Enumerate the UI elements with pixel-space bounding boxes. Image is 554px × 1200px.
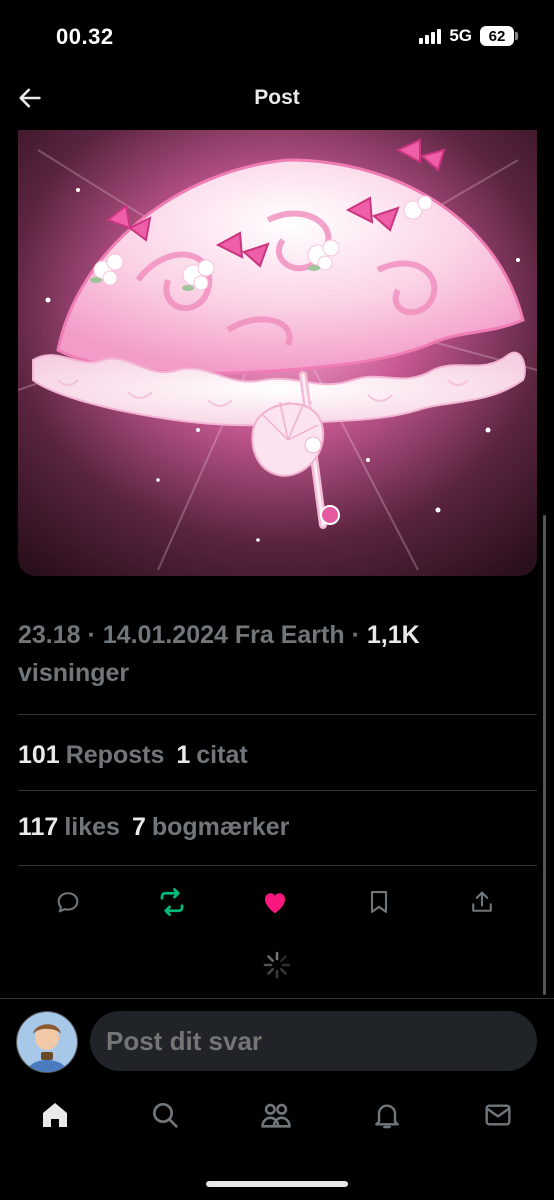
reposts-label: Reposts — [65, 740, 165, 769]
status-time: 00.32 — [56, 24, 114, 49]
notifications-icon — [375, 1104, 399, 1129]
views-label[interactable]: visninger — [18, 659, 129, 687]
reply-composer-bar — [0, 998, 554, 1085]
repost-icon — [160, 888, 184, 916]
home-icon — [43, 1103, 67, 1127]
messages-icon — [485, 1104, 511, 1126]
page-title: Post — [254, 86, 300, 109]
divider — [18, 865, 537, 866]
parasol-illustration — [18, 130, 537, 576]
home-indicator[interactable] — [206, 1181, 348, 1187]
post-action-bar — [18, 880, 537, 924]
likes-label: likes — [64, 812, 120, 841]
search-icon — [153, 1103, 178, 1128]
reply-input[interactable] — [90, 1011, 537, 1071]
likes-bookmarks-row: 117 likes 7 bogmærker — [18, 807, 537, 847]
tab-communities[interactable] — [259, 1098, 293, 1132]
tab-home[interactable] — [38, 1098, 72, 1132]
post-detail-screen: 00.32 5G 62 Post 23.18 · 14.01.2024 Fra … — [0, 0, 554, 1200]
bookmarks-label: bogmærker — [151, 812, 290, 841]
divider — [18, 790, 537, 791]
like-icon — [265, 893, 285, 914]
bookmarks-count: 7 — [131, 812, 146, 841]
scrollbar[interactable] — [543, 515, 546, 995]
bookmark-icon — [370, 891, 388, 913]
repost-button[interactable] — [156, 886, 188, 918]
reposts-count: 101 — [18, 740, 60, 769]
status-bar: 00.32 5G 62 — [0, 0, 554, 74]
meta-separator: · — [351, 621, 367, 649]
quotes-label: citat — [196, 740, 248, 769]
reply-icon — [57, 892, 79, 913]
share-button[interactable] — [466, 886, 498, 918]
meta-separator: · — [87, 621, 103, 649]
like-button[interactable] — [259, 886, 291, 918]
views-count[interactable]: 1,1K — [367, 621, 420, 649]
status-indicators: 5G 62 — [419, 26, 518, 46]
user-avatar[interactable] — [16, 1011, 78, 1073]
post-source: Fra Earth — [234, 621, 345, 649]
reposts-quotes-row: 101 Reposts 1 citat — [18, 735, 537, 775]
post-time: 23.18 — [18, 621, 81, 649]
signal-strength-icon — [419, 28, 442, 44]
post-date: 14.01.2024 — [102, 621, 228, 649]
divider — [18, 714, 537, 715]
share-icon — [472, 891, 492, 912]
battery-level: 62 — [488, 27, 506, 45]
bookmarks-stat[interactable]: 7 bogmærker — [132, 813, 289, 842]
post-metadata: 23.18 · 14.01.2024 Fra Earth · 1,1K visn… — [18, 616, 528, 692]
battery-icon: 62 — [480, 26, 518, 46]
avatar-image — [17, 1012, 77, 1072]
reposts-stat[interactable]: 101 Reposts — [18, 741, 176, 770]
tab-search[interactable] — [148, 1098, 182, 1132]
reply-button[interactable] — [52, 886, 84, 918]
communities-icon — [261, 1103, 291, 1128]
quotes-count: 1 — [176, 740, 191, 769]
post-media-image[interactable] — [18, 130, 537, 576]
top-nav-bar: Post — [0, 74, 554, 126]
loading-spinner-icon — [263, 951, 291, 979]
network-type: 5G — [449, 26, 472, 45]
tab-messages[interactable] — [481, 1098, 515, 1132]
quotes-stat[interactable]: 1 citat — [176, 741, 247, 770]
likes-count: 117 — [18, 812, 59, 841]
likes-stat[interactable]: 117 likes — [18, 813, 132, 842]
tab-notifications[interactable] — [370, 1098, 404, 1132]
bookmark-button[interactable] — [363, 886, 395, 918]
